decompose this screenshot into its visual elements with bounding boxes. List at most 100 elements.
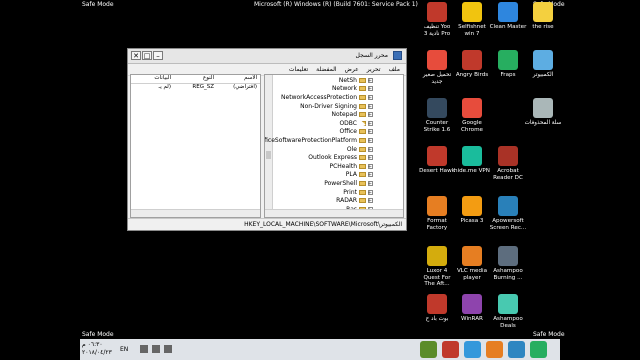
network-icon[interactable] — [140, 345, 148, 353]
desktop-icon-label: WinRAR — [461, 316, 483, 322]
app-5-icon[interactable] — [508, 341, 525, 358]
minecraft-app-icon[interactable] — [420, 341, 437, 358]
menu-edit[interactable]: تحرير — [367, 66, 381, 73]
expand-icon[interactable]: + — [368, 198, 373, 204]
value-row[interactable]: (افتراضي) REG_SZ (لم يـ — [131, 84, 260, 92]
tree-key-item[interactable]: + Ole — [265, 145, 373, 154]
expand-icon[interactable]: + — [368, 120, 373, 126]
expand-icon[interactable]: + — [368, 94, 373, 100]
expand-icon[interactable]: + — [368, 172, 373, 178]
desktop-icon[interactable]: hide.me VPN — [453, 146, 491, 175]
language-indicator[interactable]: EN — [120, 346, 128, 353]
tree-key-item[interactable]: + Network — [265, 85, 373, 94]
desktop-app-icon — [498, 246, 518, 266]
desktop-app-icon — [427, 2, 447, 22]
desktop-icon[interactable]: Picasa 3 — [453, 196, 491, 225]
menu-view[interactable]: عرض — [345, 66, 359, 73]
desktop-app-icon — [533, 2, 553, 22]
tree-key-item[interactable]: + RADAR — [265, 196, 373, 205]
desktop-icon[interactable]: VLC media player — [453, 246, 491, 281]
menu-file[interactable]: ملف — [389, 66, 400, 73]
desktop-icon[interactable]: Ashampoo Deals — [489, 294, 527, 329]
desktop-icon-label: Google Chrome — [461, 120, 483, 133]
window-title: محرر السجل — [355, 52, 388, 59]
values-horizontal-scrollbar[interactable] — [131, 209, 260, 217]
desktop-app-icon — [533, 50, 553, 70]
tree-key-item[interactable]: + NetSh — [265, 76, 373, 85]
desktop-icon-label: Picasa 3 — [460, 218, 484, 224]
app-4-icon[interactable] — [486, 341, 503, 358]
menu-favorites[interactable]: المفضلة — [316, 66, 336, 73]
desktop-icon-label: hide.me VPN — [454, 168, 490, 174]
tree-key-item[interactable]: + NetworkAccessProtection — [265, 93, 373, 102]
flag-icon[interactable] — [164, 345, 172, 353]
expand-icon[interactable]: + — [368, 129, 373, 135]
expand-icon[interactable]: + — [368, 155, 373, 161]
desktop-app-icon — [462, 294, 482, 314]
key-tree-pane[interactable]: + NetSh + Network + NetworkAccessProtection + N… — [264, 74, 404, 218]
tree-key-item[interactable]: + PLA — [265, 171, 373, 180]
taskbar: ٠٦:٣٠ م ٢٠١٨/٠٤/٢٣ EN — [80, 339, 560, 360]
maximize-button[interactable]: □ — [142, 51, 152, 60]
registry-editor-window[interactable]: محرر السجل ✕ □ – ملف تحرير عرض المفضلة ت… — [127, 48, 407, 231]
expand-icon[interactable]: + — [368, 112, 373, 118]
chrome-app-icon[interactable] — [464, 341, 481, 358]
title-bar[interactable]: محرر السجل ✕ □ – — [128, 49, 406, 64]
tree-key-item[interactable]: + Outlook Express — [265, 153, 373, 162]
desktop-icon[interactable]: سلة المحذوفات — [524, 98, 562, 127]
desktop-app-icon — [427, 50, 447, 70]
expand-icon[interactable]: + — [368, 77, 373, 83]
tree-key-item[interactable]: + PCHealth — [265, 162, 373, 171]
folder-icon — [359, 155, 366, 161]
desktop-icon[interactable]: تنظيف Yoo نادية 3 Pro — [418, 2, 456, 37]
tree-key-item[interactable]: + ficeSoftwareProtectionPlatform — [265, 136, 373, 145]
desktop-icon[interactable]: Clean Master — [489, 2, 527, 31]
desktop-icon[interactable]: الكمبيوتر — [524, 50, 562, 79]
desktop-icon[interactable]: Fraps — [489, 50, 527, 79]
column-name[interactable]: الاسم — [217, 75, 260, 83]
desktop-icon[interactable]: Luxor 4 Quest For The Aft... — [418, 246, 456, 288]
app-6-icon[interactable] — [530, 341, 547, 358]
desktop-icon-label: Fraps — [500, 72, 516, 78]
expand-icon[interactable]: + — [368, 180, 373, 186]
expand-icon[interactable]: + — [368, 137, 373, 143]
tree-key-item[interactable]: + Non-Driver Signing — [265, 102, 373, 111]
desktop-icon[interactable]: Ashampoo Burning ... — [489, 246, 527, 281]
desktop-icon[interactable]: WinRAR — [453, 294, 491, 323]
desktop-icon[interactable]: Selfishnet win 7 — [453, 2, 491, 37]
folder-icon — [359, 129, 366, 135]
desktop-icon[interactable]: Google Chrome — [453, 98, 491, 133]
folder-icon — [359, 94, 366, 100]
app-2-icon[interactable] — [442, 341, 459, 358]
volume-icon[interactable] — [152, 345, 160, 353]
values-pane[interactable]: الاسم النوع البيانات (افتراضي) REG_SZ (ل… — [130, 74, 261, 218]
tree-key-label: Office — [339, 128, 357, 136]
desktop-icon[interactable]: Angry Birds — [453, 50, 491, 79]
desktop-icon[interactable]: Desert Hawk — [418, 146, 456, 175]
minimize-button[interactable]: – — [153, 51, 163, 60]
taskbar-clock[interactable]: ٠٦:٣٠ م ٢٠١٨/٠٤/٢٣ — [82, 341, 112, 357]
desktop-icon-label: Angry Birds — [455, 72, 489, 78]
desktop-icon[interactable]: the rise — [524, 2, 562, 31]
close-button[interactable]: ✕ — [131, 51, 141, 60]
tree-horizontal-scrollbar[interactable] — [265, 209, 403, 217]
column-data[interactable]: البيانات — [131, 75, 174, 83]
tree-key-item[interactable]: + PowerShell — [265, 179, 373, 188]
expand-icon[interactable]: + — [368, 146, 373, 152]
tree-key-label: Outlook Express — [308, 154, 357, 162]
desktop-icon[interactable]: Acrobat Reader DC — [489, 146, 527, 181]
expand-icon[interactable]: + — [368, 189, 373, 195]
desktop-icon[interactable]: بوت باد ح — [418, 294, 456, 323]
expand-icon[interactable]: + — [368, 103, 373, 109]
desktop-icon[interactable]: Format Factory — [418, 196, 456, 231]
menu-help[interactable]: تعليمات — [289, 66, 308, 73]
desktop-icon[interactable]: Counter Strike 1.6 — [418, 98, 456, 133]
tree-key-item[interactable]: + Print — [265, 188, 373, 197]
expand-icon[interactable]: + — [368, 86, 373, 92]
column-type[interactable]: النوع — [174, 75, 217, 83]
desktop-icon[interactable]: Apowersoft Screen Rec... — [489, 196, 527, 231]
desktop-icon-label: الكمبيوتر — [532, 72, 554, 78]
desktop-icon[interactable]: تحميل صغير جديد — [418, 50, 456, 85]
expand-icon[interactable]: + — [368, 163, 373, 169]
tree-key-item[interactable]: + Office — [265, 128, 373, 137]
